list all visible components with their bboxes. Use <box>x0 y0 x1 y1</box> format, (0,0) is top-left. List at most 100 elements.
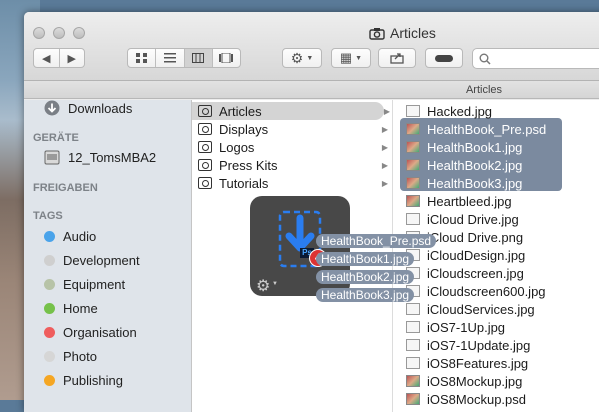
back-button[interactable]: ◀ <box>34 49 60 67</box>
file-label: HealthBook2.jpg <box>427 157 523 173</box>
tag-pill-icon <box>435 54 453 62</box>
list-item-folder[interactable]: Press Kits ▶ <box>192 156 392 174</box>
chevron-right-icon: ▶ <box>381 142 388 152</box>
drag-item-label: HealthBook2.jpg <box>316 270 415 284</box>
search-icon <box>479 53 491 65</box>
finder-window: Articles ◀ ▶ ⚙ ▼ ▦ ▼ Articles Downloads … <box>24 12 599 412</box>
sidebar-section-shared: FREIGABEN <box>33 182 98 194</box>
folder-camera-icon <box>198 123 212 135</box>
file-row[interactable]: iCloudscreen.jpg <box>400 264 599 282</box>
file-row[interactable]: HealthBook_Pre.psd <box>400 120 599 138</box>
tag-color-dot <box>44 303 55 314</box>
grid-icon <box>136 53 148 63</box>
list-item-folder[interactable]: Articles ▶ <box>192 102 390 120</box>
file-row[interactable]: iOS7-1Up.jpg <box>400 318 599 336</box>
sidebar-tag-development[interactable]: Development <box>44 253 140 268</box>
sidebar-tag-photo[interactable]: Photo <box>44 349 97 364</box>
file-row[interactable]: iOS7-1Update.jpg <box>400 336 599 354</box>
action-menu-button[interactable]: ⚙ ▼ <box>282 48 322 68</box>
chevron-right-icon: ▶ <box>381 160 388 170</box>
sidebar-section-devices: GERÄTE <box>33 132 79 144</box>
list-item-folder[interactable]: Displays ▶ <box>192 120 392 138</box>
file-row[interactable]: iOS8Features.jpg <box>400 354 599 372</box>
sidebar-item-downloads[interactable]: Downloads <box>44 100 132 116</box>
search-field[interactable] <box>472 48 599 69</box>
file-row[interactable]: iCloudscreen600.jpg <box>400 282 599 300</box>
folder-label: Articles <box>219 103 262 119</box>
tags-button[interactable] <box>425 48 463 68</box>
zoom-button[interactable] <box>73 27 85 39</box>
file-label: HealthBook3.jpg <box>427 175 523 191</box>
file-row[interactable]: iCloudDesign.jpg <box>400 246 599 264</box>
list-view-button[interactable] <box>156 49 185 67</box>
file-row[interactable]: iOS8Mockup.jpg <box>400 372 599 390</box>
file-row[interactable]: HealthBook1.jpg <box>400 138 599 156</box>
download-icon <box>44 100 60 116</box>
file-label: iOS8Features.jpg <box>427 355 529 371</box>
file-row[interactable]: Hacked.jpg <box>400 102 599 120</box>
icon-view-button[interactable] <box>128 49 157 67</box>
file-row[interactable]: iCloud Drive.jpg <box>400 210 599 228</box>
close-button[interactable] <box>33 27 45 39</box>
chevron-down-icon: ▼ <box>272 281 278 287</box>
file-label: iCloudDesign.jpg <box>427 247 526 263</box>
sidebar-item-label: Home <box>63 301 98 316</box>
list-item-folder[interactable]: Logos ▶ <box>192 138 392 156</box>
tag-color-dot <box>44 351 55 362</box>
file-label: iOS7-1Up.jpg <box>427 319 506 335</box>
chevron-right-icon: ▶ <box>381 178 388 188</box>
file-row[interactable]: Heartbleed.jpg <box>400 192 599 210</box>
chevron-right-icon: ▶ <box>383 106 390 116</box>
sidebar-tag-audio[interactable]: Audio <box>44 229 96 244</box>
file-row[interactable]: HealthBook2.jpg <box>400 156 599 174</box>
sidebar-tag-organisation[interactable]: Organisation <box>44 325 137 340</box>
sidebar-item-device[interactable]: 12_TomsMBA2 <box>44 150 156 165</box>
arrange-menu-button[interactable]: ▦ ▼ <box>331 48 371 68</box>
coverflow-icon <box>219 53 234 63</box>
drag-item-label: HealthBook3.jpg <box>316 288 415 302</box>
coverflow-view-button[interactable] <box>213 49 240 67</box>
share-button[interactable] <box>378 48 416 68</box>
sidebar-item-label: Audio <box>63 229 97 244</box>
document-file-icon <box>406 321 420 333</box>
image-file-icon <box>406 393 420 405</box>
sidebar-item-label: 12_TomsMBA2 <box>68 150 157 165</box>
chevron-down-icon: ▼ <box>306 54 314 62</box>
file-label: iCloudServices.jpg <box>427 301 535 317</box>
file-label: Heartbleed.jpg <box>427 193 512 209</box>
path-bar-label: Articles <box>465 84 503 96</box>
list-item-folder[interactable]: Tutorials ▶ <box>192 174 392 192</box>
columns-icon <box>192 53 205 63</box>
image-file-icon <box>406 177 420 189</box>
window-title-text: Articles <box>390 25 436 41</box>
harddisk-icon <box>44 150 60 165</box>
document-file-icon <box>406 213 420 225</box>
file-row[interactable]: iCloudServices.jpg <box>400 300 599 318</box>
sidebar-item-label: Equipment <box>63 277 126 292</box>
file-row[interactable]: HealthBook3.jpg <box>400 174 599 192</box>
sidebar-item-label: Publishing <box>63 373 123 388</box>
file-label: iOS7-1Update.jpg <box>427 337 531 353</box>
forward-button[interactable]: ▶ <box>60 49 85 67</box>
arrange-icon: ▦ <box>339 50 353 65</box>
sidebar-tag-home[interactable]: Home <box>44 301 98 316</box>
folder-camera-icon <box>198 105 212 117</box>
list-icon <box>163 53 176 63</box>
minimize-button[interactable] <box>53 27 65 39</box>
folder-label: Displays <box>219 121 269 137</box>
sidebar-tag-publishing[interactable]: Publishing <box>44 373 123 388</box>
image-file-icon <box>406 195 420 207</box>
sidebar-tag-equipment[interactable]: Equipment <box>44 277 125 292</box>
chevron-right-icon: ▶ <box>381 124 388 134</box>
chevron-down-icon: ▼ <box>355 54 363 62</box>
column-view-button[interactable] <box>184 49 213 67</box>
file-label: iCloud Drive.jpg <box>427 211 519 227</box>
image-file-icon <box>406 123 420 135</box>
document-file-icon <box>406 357 420 369</box>
titlebar: Articles ◀ ▶ ⚙ ▼ ▦ ▼ <box>24 12 599 81</box>
file-label: iCloud Drive.png <box>427 229 524 245</box>
tag-color-dot <box>44 255 55 266</box>
file-label: iCloudscreen.jpg <box>427 265 524 281</box>
file-row[interactable]: iOS8Mockup.psd <box>400 390 599 408</box>
tag-color-dot <box>44 327 55 338</box>
